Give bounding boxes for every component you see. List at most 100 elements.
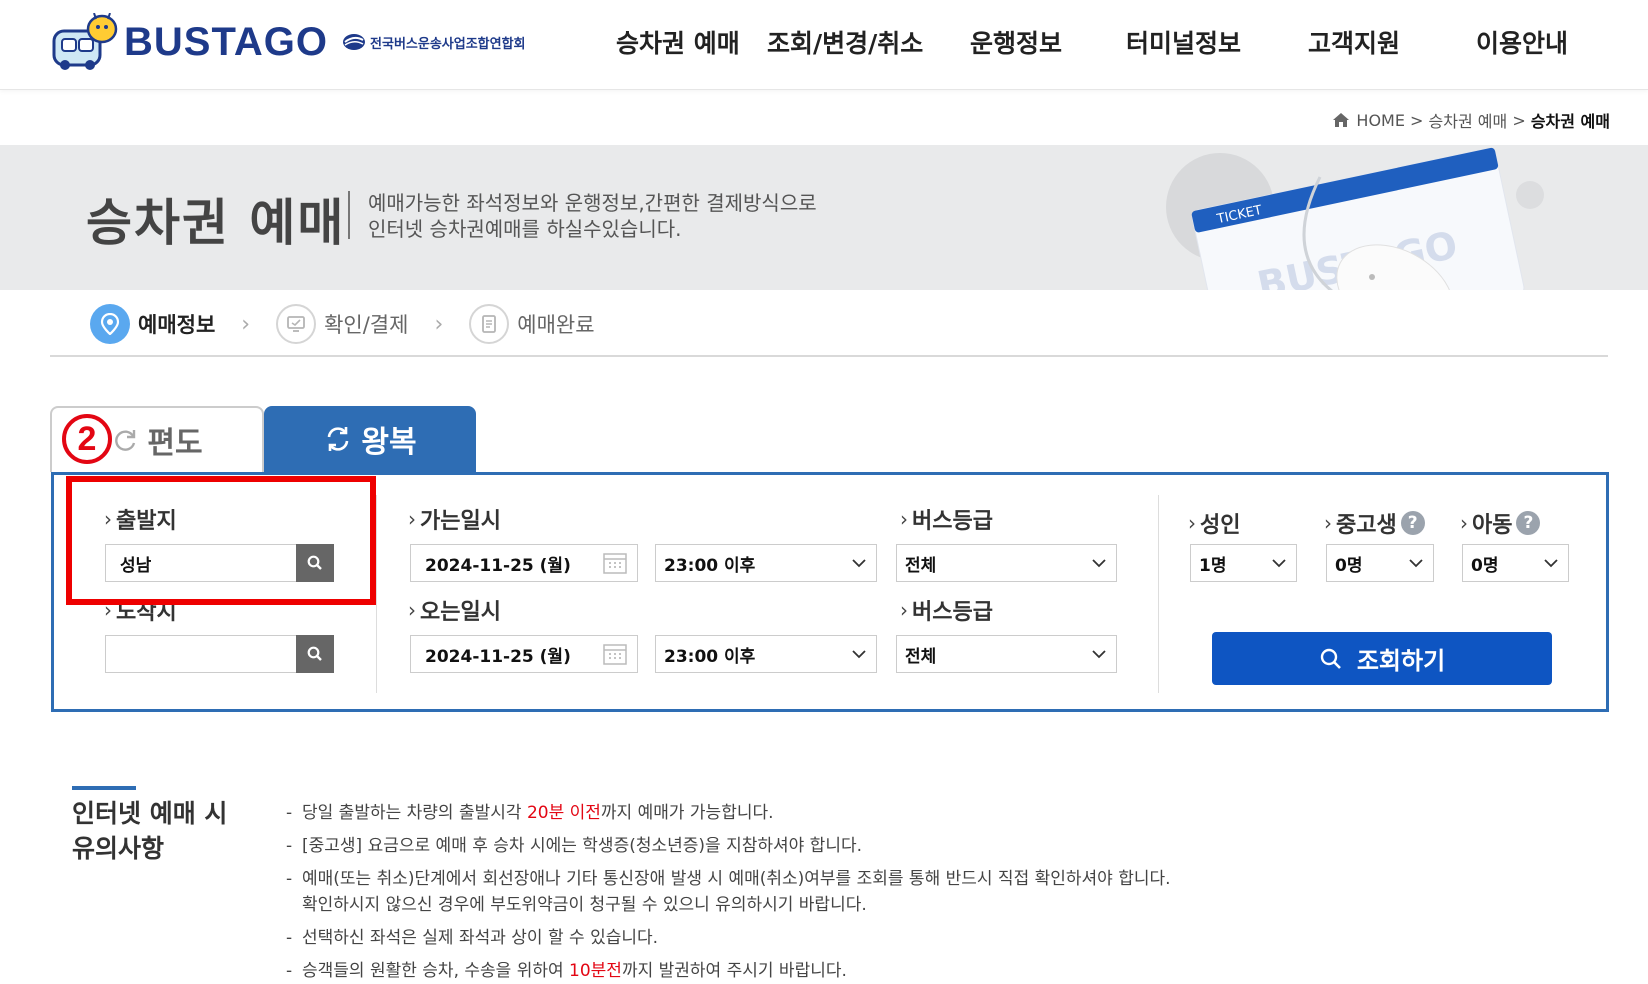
divider xyxy=(1158,495,1159,693)
nav-terminal-info[interactable]: 터미널정보 xyxy=(1126,24,1241,64)
page-title: 승차권 예매 xyxy=(86,194,346,252)
refresh-icon xyxy=(115,430,136,451)
breadcrumb-section[interactable]: 승차권 예매 xyxy=(1429,108,1508,132)
arrival-search-button[interactable] xyxy=(296,635,334,673)
site-header: BUSTAGO 전국버스운송사업조합연합회 승차권 예매 조회/변경/취소 운행… xyxy=(0,0,1648,90)
logo[interactable]: BUSTAGO 전국버스운송사업조합연합회 xyxy=(50,12,526,72)
nav-ticket-reservation[interactable]: 승차권 예매 xyxy=(616,24,740,64)
chevron-right-icon: › xyxy=(241,311,251,337)
description-line: 예매가능한 좌석정보와 운행정보,간편한 결제방식으로 xyxy=(368,191,817,215)
logo-text: BUSTAGO xyxy=(124,19,329,64)
help-icon[interactable]: ? xyxy=(1516,511,1541,535)
step-confirm-payment: 확인/결제 xyxy=(276,304,408,344)
go-grade-select[interactable]: 전체 xyxy=(896,544,1117,582)
nav-usage-guide[interactable]: 이용안내 xyxy=(1476,24,1568,64)
child-count-select[interactable]: 0명 xyxy=(1462,544,1569,582)
arrival-input[interactable] xyxy=(105,635,334,673)
help-icon[interactable]: ? xyxy=(1400,511,1425,535)
step-complete: 예매완료 xyxy=(469,304,595,344)
departure-value: 성남 xyxy=(120,555,152,576)
chevron-down-icon xyxy=(1272,558,1286,567)
page-description: 예매가능한 좌석정보와 운행정보,간편한 결제방식으로 인터넷 승차권예매를 하… xyxy=(368,190,817,242)
arrival-label: › 도착지 xyxy=(104,598,177,625)
description-line: 인터넷 승차권예매를 하실수있습니다. xyxy=(368,217,682,241)
chevron-down-icon xyxy=(1092,649,1106,658)
bus-mascot-icon xyxy=(52,13,118,70)
return-grade-value: 전체 xyxy=(905,646,937,667)
breadcrumb-current: 승차권 예매 xyxy=(1530,112,1610,131)
calendar-icon[interactable] xyxy=(603,643,627,665)
notes-item: 선택하신 좌석은 실제 좌석과 상이 할 수 있습니다. xyxy=(286,925,1171,951)
divider xyxy=(50,355,1608,357)
step-reservation-info: 예매정보 xyxy=(90,304,215,344)
departure-search-button[interactable] xyxy=(296,544,334,582)
child-label: › 아동 ? xyxy=(1460,507,1541,539)
go-time-value: 23:00 이후 xyxy=(664,555,756,576)
notes-accent-bar xyxy=(72,786,136,790)
tab-label: 왕복 xyxy=(361,425,417,460)
go-date-label: › 가는일시 xyxy=(408,507,501,534)
notes-title: 인터넷 예매 시 유의사항 xyxy=(72,796,227,866)
lookup-button[interactable]: 조회하기 xyxy=(1212,632,1552,685)
go-date-input[interactable]: 2024-11-25 (월) xyxy=(410,544,638,582)
nav-lookup-change-cancel[interactable]: 조회/변경/취소 xyxy=(767,24,923,64)
ticket-mouse-illustration: TICKET BUSTAGO xyxy=(1166,147,1544,290)
lookup-button-label: 조회하기 xyxy=(1356,647,1446,675)
breadcrumb-separator: > xyxy=(1512,110,1526,130)
return-grade-select[interactable]: 전체 xyxy=(896,635,1117,673)
return-date-value: 2024-11-25 (월) xyxy=(425,646,571,667)
monitor-icon xyxy=(276,304,317,344)
location-pin-icon xyxy=(90,304,130,344)
hero-banner: 승차권 예매 예매가능한 좌석정보와 운행정보,간편한 결제방식으로 인터넷 승… xyxy=(0,145,1648,290)
home-icon xyxy=(1333,113,1350,127)
go-grade-value: 전체 xyxy=(905,555,937,576)
search-icon xyxy=(307,646,322,661)
notes-item: 예매(또는 취소)단계에서 회선장애나 기타 통신장애 발생 시 예매(취소)여… xyxy=(286,866,1171,918)
adult-count-value: 1명 xyxy=(1199,555,1227,576)
student-count-select[interactable]: 0명 xyxy=(1326,544,1434,582)
adult-count-select[interactable]: 1명 xyxy=(1190,544,1297,582)
return-time-select[interactable]: 23:00 이후 xyxy=(655,635,877,673)
notes-title-line: 인터넷 예매 시 xyxy=(72,799,228,828)
chevron-down-icon xyxy=(852,649,866,658)
search-icon xyxy=(1320,648,1341,669)
chevron-down-icon xyxy=(852,558,866,567)
departure-label: › 출발지 xyxy=(104,507,177,534)
nav-customer-support[interactable]: 고객지원 xyxy=(1308,24,1400,64)
notes-item: 당일 출발하는 차량의 출발시각 20분 이전까지 예매가 가능합니다. xyxy=(286,800,1171,826)
association-icon xyxy=(343,34,366,50)
notes-item: [중고생] 요금으로 예매 후 승차 시에는 학생증(청소년증)을 지참하셔야 … xyxy=(286,833,1171,859)
document-icon xyxy=(469,304,510,344)
title-divider xyxy=(348,191,350,239)
go-grade-label: › 버스등급 xyxy=(900,507,993,534)
roundtrip-icon xyxy=(328,427,349,451)
notes-list: 당일 출발하는 차량의 출발시각 20분 이전까지 예매가 가능합니다. [중고… xyxy=(286,800,1171,984)
child-count-value: 0명 xyxy=(1471,555,1499,576)
chevron-down-icon xyxy=(1544,558,1558,567)
student-label: › 중고생 ? xyxy=(1324,507,1425,539)
calendar-icon[interactable] xyxy=(603,552,627,574)
go-date-value: 2024-11-25 (월) xyxy=(425,555,571,576)
tab-label: 편도 xyxy=(147,426,203,461)
return-date-input[interactable]: 2024-11-25 (월) xyxy=(410,635,638,673)
divider xyxy=(376,495,377,693)
association-name: 전국버스운송사업조합연합회 xyxy=(370,36,526,52)
tab-roundtrip[interactable]: 왕복 xyxy=(264,406,476,472)
association-logo: 전국버스운송사업조합연합회 xyxy=(342,33,526,52)
student-count-value: 0명 xyxy=(1335,555,1363,576)
step-label: 예매정보 xyxy=(138,313,216,337)
departure-input[interactable]: 성남 xyxy=(105,544,334,582)
step-marker: 2 xyxy=(62,414,112,464)
reservation-steps: 예매정보 › 확인/결제 › 예매완료 xyxy=(90,302,595,346)
breadcrumb-home[interactable]: HOME xyxy=(1356,111,1405,130)
chevron-down-icon xyxy=(1409,558,1423,567)
step-label: 예매완료 xyxy=(517,313,595,337)
notes-title-line: 유의사항 xyxy=(72,834,165,863)
step-label: 확인/결제 xyxy=(324,313,409,337)
notes-item: 승객들의 원활한 승차, 수송을 위하여 10분전까지 발권하여 주시기 바랍니… xyxy=(286,958,1171,984)
go-time-select[interactable]: 23:00 이후 xyxy=(655,544,877,582)
return-grade-label: › 버스등급 xyxy=(900,598,993,625)
chevron-right-icon: › xyxy=(434,311,444,337)
return-date-label: › 오는일시 xyxy=(408,598,501,625)
nav-service-info[interactable]: 운행정보 xyxy=(970,24,1062,64)
